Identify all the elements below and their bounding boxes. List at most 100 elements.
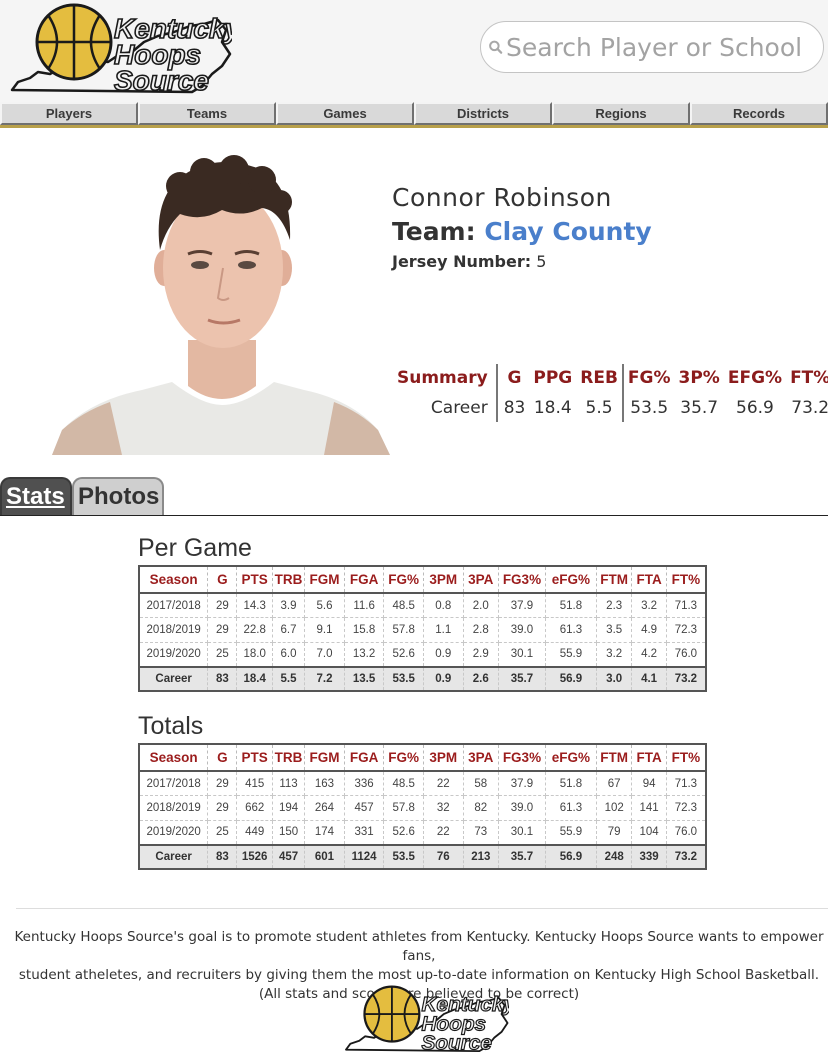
team-link[interactable]: Clay County xyxy=(484,217,651,246)
footer-divider xyxy=(16,908,828,909)
summary-header: PPG xyxy=(533,368,573,388)
column-header[interactable]: FTM xyxy=(596,744,633,772)
table-cell: 61.3 xyxy=(545,795,597,821)
nav-players[interactable]: Players xyxy=(0,102,138,125)
table-cell: 457 xyxy=(272,843,306,870)
table-cell: 37.9 xyxy=(498,593,546,618)
table-cell: 67 xyxy=(596,771,633,796)
table-cell: 1526 xyxy=(236,843,273,870)
table-cell: 82 xyxy=(463,795,500,821)
table-row: 2019/2020 25 18.0 6.0 7.0 13.2 52.6 0.9 2.9 30.1 5… xyxy=(139,642,706,667)
table-cell: 339 xyxy=(631,843,667,870)
table-cell: 48.5 xyxy=(383,771,424,796)
table-cell: 53.5 xyxy=(383,665,424,692)
column-header[interactable]: PTS xyxy=(236,744,273,772)
table-cell: 11.6 xyxy=(344,593,385,618)
table-cell: 83 xyxy=(207,843,238,870)
site-header: Kentucky Hoops Source xyxy=(0,0,828,102)
table-cell: 56.9 xyxy=(545,665,597,692)
table-cell: 53.5 xyxy=(383,843,424,870)
table-cell: 18.0 xyxy=(236,642,273,667)
table-cell: 6.0 xyxy=(272,642,306,667)
column-header[interactable]: FT% xyxy=(666,744,706,772)
column-header[interactable]: G xyxy=(207,566,238,594)
table-cell: 13.2 xyxy=(344,642,385,667)
summary-header: EFG% xyxy=(727,368,783,388)
per-game-table: Season G PTS TRB FGM FGA FG% 3PM 3PA FG3% eFG% FTM F… xyxy=(138,565,707,692)
table-cell: 4.1 xyxy=(631,665,667,692)
table-cell: 29 xyxy=(207,771,238,796)
column-header[interactable]: FG3% xyxy=(498,744,546,772)
column-header[interactable]: FT% xyxy=(666,566,706,594)
table-cell: 6.7 xyxy=(272,617,306,643)
table-cell: 264 xyxy=(304,795,345,821)
table-cell: 48.5 xyxy=(383,593,424,618)
column-header[interactable]: FGM xyxy=(304,566,345,594)
table-cell: 102 xyxy=(596,795,633,821)
table-cell: 15.8 xyxy=(344,617,385,643)
table-header-row: Season G PTS TRB FGM FGA FG% 3PM 3PA FG3% eFG% FTM F… xyxy=(139,744,706,772)
main-nav: Players Teams Games Districts Regions Re… xyxy=(0,102,828,128)
table-cell: 1.1 xyxy=(423,617,464,643)
column-header[interactable]: TRB xyxy=(272,744,306,772)
table-cell: 2017/2018 xyxy=(139,771,209,796)
column-header[interactable]: G xyxy=(207,744,238,772)
column-header[interactable]: FG% xyxy=(383,566,424,594)
tab-photos[interactable]: Photos xyxy=(72,477,164,515)
search-input[interactable] xyxy=(506,27,823,67)
summary-cell: 5.5 xyxy=(585,398,613,418)
footer-logo[interactable]: Kentucky Hoops Source xyxy=(343,983,509,1057)
column-header[interactable]: FTA xyxy=(631,744,667,772)
table-cell: 213 xyxy=(463,843,500,870)
column-header[interactable]: TRB xyxy=(272,566,306,594)
column-header[interactable]: eFG% xyxy=(545,566,597,594)
nav-regions[interactable]: Regions xyxy=(552,102,690,125)
column-header[interactable]: 3PM xyxy=(423,744,464,772)
table-cell: 3.9 xyxy=(272,593,306,618)
summary-table: Summary G PPG REB FG% 3P% EFG% FT% Caree… xyxy=(393,364,828,422)
table-cell: 57.8 xyxy=(383,795,424,821)
table-cell: 2.0 xyxy=(463,593,500,618)
column-header[interactable]: 3PA xyxy=(463,744,500,772)
summary-cell: 35.7 xyxy=(680,398,719,418)
column-header[interactable]: FG% xyxy=(383,744,424,772)
table-cell: 0.8 xyxy=(423,593,464,618)
search-icon[interactable] xyxy=(487,32,504,62)
column-header[interactable]: 3PA xyxy=(463,566,500,594)
table-cell: 71.3 xyxy=(666,593,706,618)
tab-stats[interactable]: Stats xyxy=(0,477,72,515)
column-header[interactable]: FTA xyxy=(631,566,667,594)
column-header[interactable]: FGA xyxy=(344,744,385,772)
column-header[interactable]: FGM xyxy=(304,744,345,772)
nav-records[interactable]: Records xyxy=(690,102,828,125)
column-header[interactable]: 3PM xyxy=(423,566,464,594)
summary-header: G xyxy=(495,364,530,392)
column-header[interactable]: FTM xyxy=(596,566,633,594)
column-header[interactable]: FGA xyxy=(344,566,385,594)
table-cell: 73 xyxy=(463,820,500,845)
table-cell: 73.2 xyxy=(666,843,706,870)
table-cell: 18.4 xyxy=(236,665,273,692)
table-cell: 174 xyxy=(304,820,345,845)
column-header[interactable]: Season xyxy=(139,566,209,594)
table-cell: 25 xyxy=(207,820,238,845)
column-header[interactable]: PTS xyxy=(236,566,273,594)
summary-cell: 53.5 xyxy=(621,392,675,422)
column-header[interactable]: Season xyxy=(139,744,209,772)
nav-districts[interactable]: Districts xyxy=(414,102,552,125)
column-header[interactable]: eFG% xyxy=(545,744,597,772)
nav-games[interactable]: Games xyxy=(276,102,414,125)
table-cell: 331 xyxy=(344,820,385,845)
search-box[interactable] xyxy=(480,21,824,73)
player-photo xyxy=(52,150,390,455)
table-cell: 39.0 xyxy=(498,617,546,643)
footer-logo-word-3: Source xyxy=(422,1032,492,1055)
nav-teams[interactable]: Teams xyxy=(138,102,276,125)
table-cell: 73.2 xyxy=(666,665,706,692)
table-cell: 2.9 xyxy=(463,642,500,667)
table-cell: 9.1 xyxy=(304,617,345,643)
column-header[interactable]: FG3% xyxy=(498,566,546,594)
table-cell: 415 xyxy=(236,771,273,796)
site-logo[interactable]: Kentucky Hoops Source xyxy=(8,2,232,98)
table-cell: 141 xyxy=(631,795,667,821)
